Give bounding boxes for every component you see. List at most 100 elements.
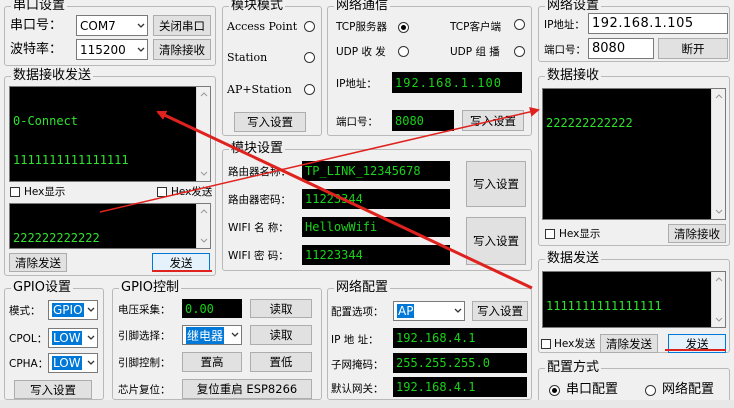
config-gateway-field[interactable]: 192.168.4.1 [393,377,527,397]
wifi-write-button[interactable]: 写入设置 [466,217,526,265]
chevron-down-icon [137,23,145,28]
module-mode-write-button[interactable]: 写入设置 [234,112,306,132]
chevron-down-icon [231,332,239,337]
config-ip-label: IP 地 址： [331,334,379,346]
clear-receive-button[interactable]: 清除接收 [153,39,211,60]
right-ip-label: IP地址： [544,19,585,31]
right-clear-receive-button[interactable]: 清除接收 [668,224,726,243]
right-hex-display-label: Hex显示 [559,228,601,240]
station-label: Station [227,51,268,64]
wifi-name-field[interactable]: HellowWifi [302,217,450,237]
chevron-down-icon [137,47,145,52]
voltage-label: 电压采集： [118,304,171,316]
set-low-button[interactable]: 置低 [250,352,312,372]
udp-group-label: UDP 组 播 [450,46,500,58]
router-name-field[interactable]: TP_LINK_12345678 [302,161,450,181]
set-high-button[interactable]: 置高 [182,352,242,372]
data-io-title: 数据接收发送 [11,68,94,83]
right-send-terminal[interactable]: 1111111111111111 [542,271,726,328]
chip-reset-label: 芯片复位： [118,384,171,396]
pin-select[interactable]: 继电器 [182,325,242,345]
right-hex-send-checkbox[interactable] [541,339,551,349]
hex-display-checkbox[interactable] [10,187,20,197]
serial-config-radio[interactable] [549,385,560,396]
tcp-server-radio[interactable] [398,22,409,33]
net-config-title: 网络配置 [334,280,391,295]
tcp-client-label: TCP客户端 [450,21,501,33]
router-write-button[interactable]: 写入设置 [466,161,526,207]
wifi-pwd-field[interactable]: 11223344 [302,245,450,265]
scroll-up-icon[interactable] [200,208,208,214]
scroll-up-icon[interactable] [200,91,208,97]
scroll-up-icon[interactable] [715,93,723,99]
net-comm-title: 网络通信 [334,0,391,13]
reset-button[interactable]: 复位重启 ESP8266 [182,379,312,399]
net-port-field[interactable]: 8080 [392,110,454,131]
send-terminal[interactable]: 222222222222 [9,203,211,249]
udp-group-radio[interactable] [514,46,525,57]
ap-station-radio[interactable] [304,84,315,95]
tcp-server-label: TCP服务器 [336,21,387,33]
cpol-select[interactable]: LOW [48,328,98,348]
receive-terminal[interactable]: 0-Connect 1111111111111111 [9,86,211,182]
close-port-button[interactable]: 关闭串口 [153,15,211,36]
scroll-down-icon[interactable] [200,171,208,177]
pin-read-button[interactable]: 读取 [250,325,312,345]
net-ip-field[interactable]: 192.168.1.100 [392,72,522,93]
udp-send-label: UDP 收 发 [336,46,386,58]
udp-send-radio[interactable] [398,46,409,57]
tcp-client-radio[interactable] [514,19,525,30]
module-mode-title: 模块模式 [229,0,286,13]
right-send-button[interactable]: 发送 [668,334,726,353]
wifi-pwd-label: WIFI 密 码： [228,250,289,262]
clear-send-button[interactable]: 清除发送 [9,253,67,272]
right-port-label: 端口号： [544,44,586,56]
right-receive-terminal[interactable]: 222222222222 [542,88,726,220]
voltage-read-button[interactable]: 读取 [250,299,312,318]
config-ip-field[interactable]: 192.168.4.1 [393,328,527,348]
hex-send-label: Hex发送 [171,186,213,198]
pin-control-label: 引脚控制： [118,357,171,369]
vertical-scrollbar[interactable] [196,87,210,181]
scroll-down-icon[interactable] [715,317,723,323]
chevron-down-icon [87,335,95,340]
right-hex-display-checkbox[interactable] [545,229,555,239]
network-config-radio[interactable] [645,385,656,396]
gpio-mode-select[interactable]: GPIO [48,300,98,320]
port-label: 串口号： [10,18,63,33]
gpio-write-button[interactable]: 写入设置 [14,380,92,399]
right-receive-title: 数据接收 [545,68,602,83]
scroll-down-icon[interactable] [715,209,723,215]
horizontal-scrollbar[interactable] [0,400,734,408]
send-text: 222222222222 [13,231,100,245]
right-hex-send-label: Hex发送 [554,338,596,350]
net-config-write-button[interactable]: 写入设置 [472,301,528,321]
scroll-down-icon[interactable] [200,238,208,244]
scroll-up-icon[interactable] [715,276,723,282]
send-button[interactable]: 发送 [152,253,210,272]
station-radio[interactable] [304,52,315,63]
router-pwd-label: 路由器密码： [228,194,291,206]
right-ip-field[interactable]: 192.168.1.105 [588,13,728,34]
disconnect-button[interactable]: 断开 [658,38,728,59]
router-name-label: 路由器名称： [228,166,291,178]
net-comm-write-button[interactable]: 写入设置 [462,110,524,131]
right-clear-send-button[interactable]: 清除发送 [600,334,658,353]
config-mask-field[interactable]: 255.255.255.0 [393,353,527,373]
config-mode-title: 配置方式 [545,360,602,375]
access-point-radio[interactable] [304,21,315,32]
cpha-select[interactable]: LOW [48,353,98,373]
right-port-field[interactable]: 8080 [588,38,654,59]
net-ip-label: IP地址： [336,78,377,90]
hex-send-checkbox[interactable] [157,187,167,197]
vertical-scrollbar[interactable] [711,89,725,219]
config-option-select[interactable]: AP [393,301,465,321]
vertical-scrollbar[interactable] [711,272,725,327]
router-pwd-field[interactable]: 11223344 [302,189,450,209]
chevron-down-icon [87,307,95,312]
baud-select[interactable]: 115200 [76,39,148,60]
right-send-title: 数据发送 [545,251,602,266]
vertical-scrollbar[interactable] [196,204,210,248]
config-mask-label: 子网掩码： [331,359,384,371]
port-select[interactable]: COM7 [76,15,148,36]
